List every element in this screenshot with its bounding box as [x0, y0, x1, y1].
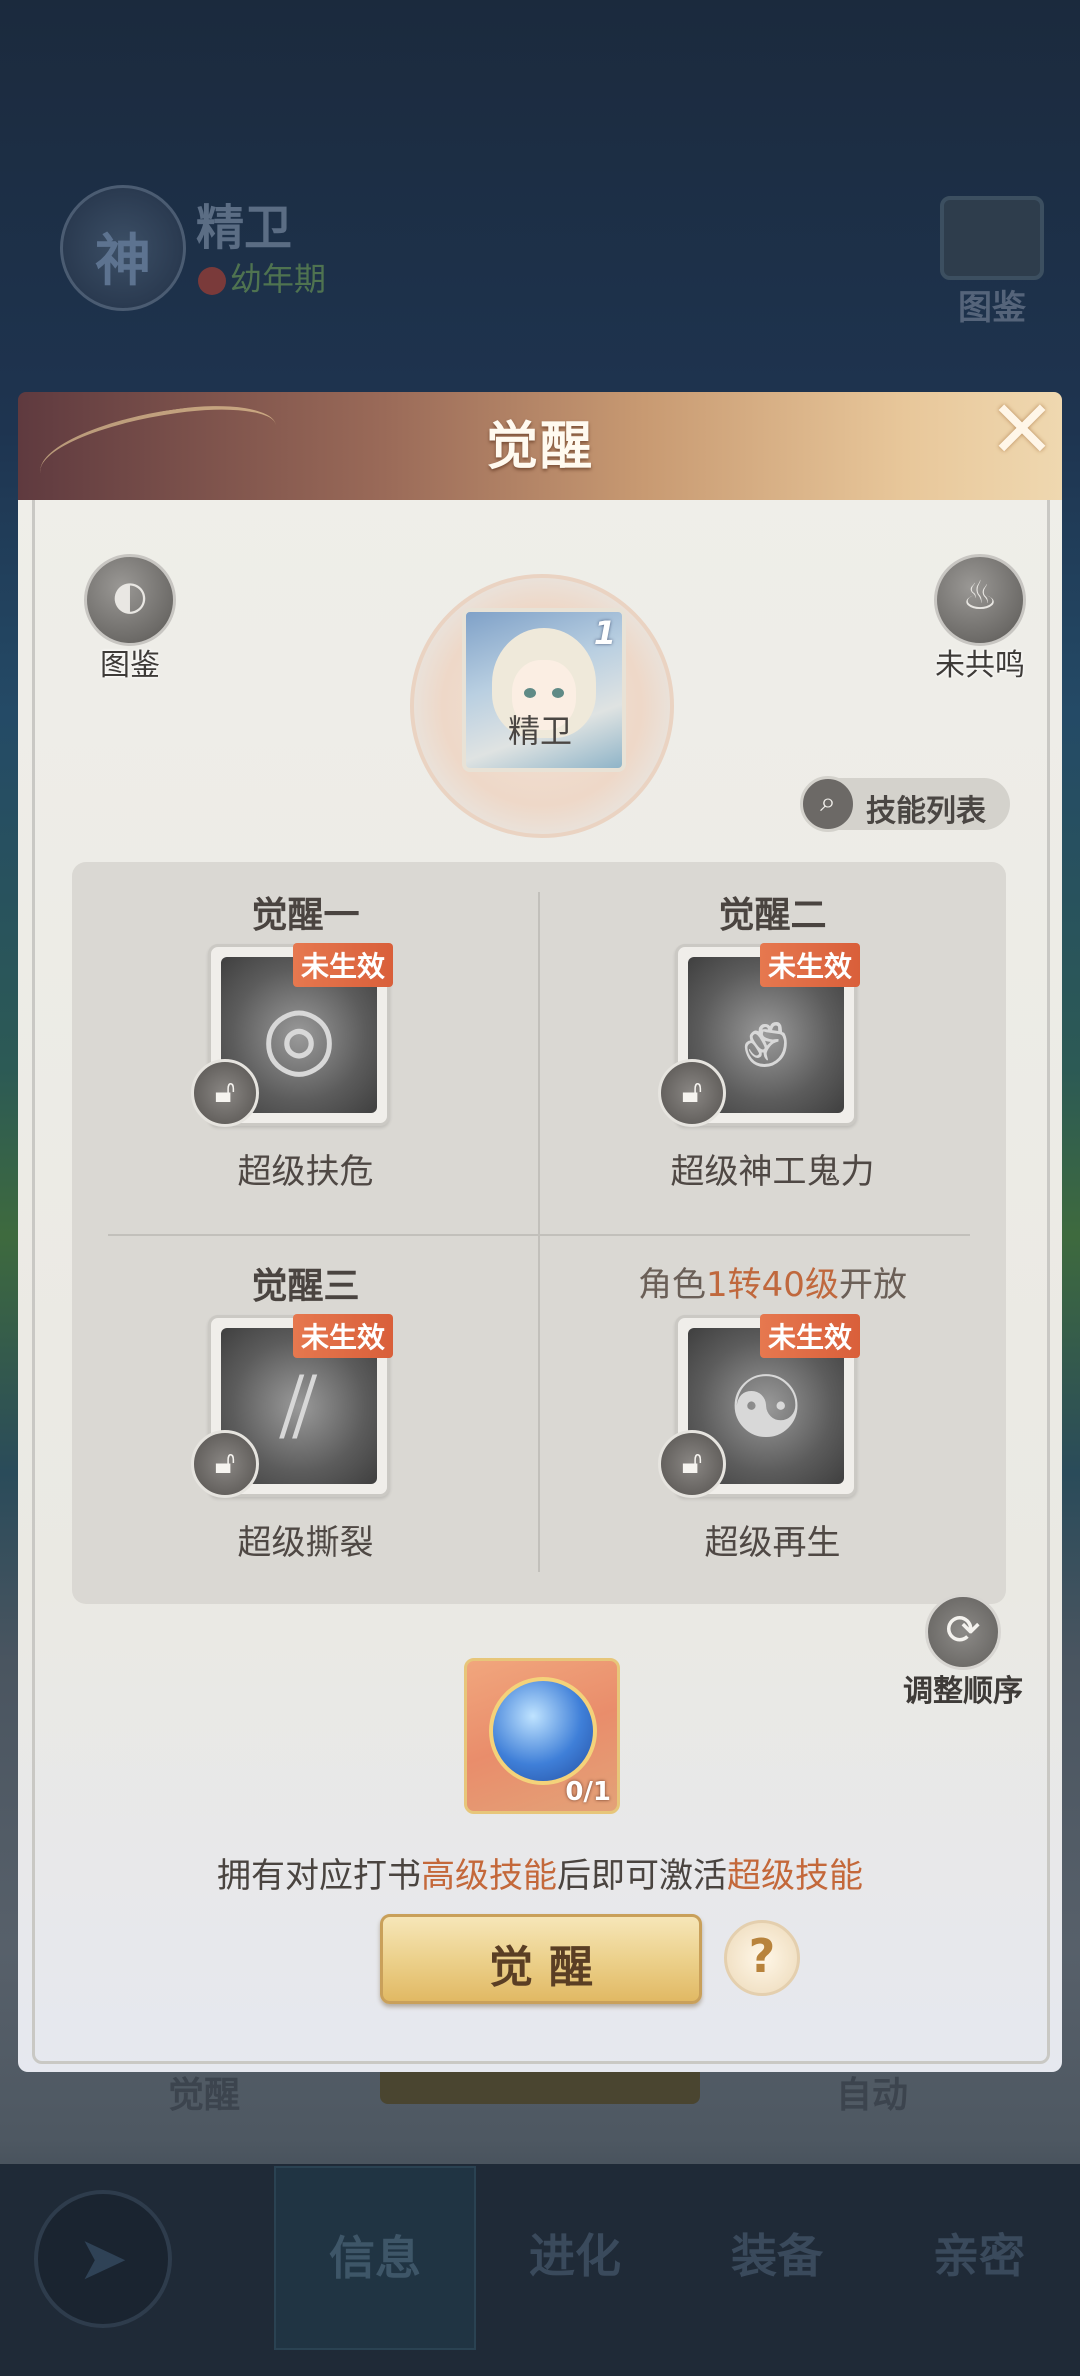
- character-emblem: 神: [60, 185, 186, 311]
- back-button: ➤: [34, 2190, 172, 2328]
- lock-icon: 🔓︎: [191, 1059, 259, 1127]
- dialog-title: 觉醒: [485, 417, 594, 477]
- skill-slot[interactable]: ⫽ 未生效 🔓︎: [191, 1314, 393, 1498]
- back-arrow-icon: ➤: [77, 2224, 129, 2294]
- dialog-body: ◐ 图鉴 ♨ 未共鸣 1 精卫 ⌕ 技能列表 觉醒一 ◎ 未生效 🔓︎ 超级扶危…: [18, 462, 1062, 2072]
- awakening-grid: 觉醒一 ◎ 未生效 🔓︎ 超级扶危 觉醒二 ✊︎ 未生效 🔓︎ 超级神工鬼力 觉…: [72, 862, 1006, 1604]
- awakening-title: 觉醒二: [718, 895, 827, 936]
- status-badge: 未生效: [759, 1314, 860, 1358]
- tab-intimacy: 亲密: [933, 2229, 1025, 2283]
- tab-evolve: 进化: [529, 2229, 621, 2283]
- lock-icon: 🔓︎: [658, 1430, 726, 1498]
- reorder-label: 调整顺序: [903, 1674, 1023, 1709]
- reorder-button[interactable]: ⟳ 调整顺序: [898, 1594, 1028, 1710]
- requirement-text: 角色: [638, 1265, 707, 1305]
- dialog-header: 觉醒 ✕: [18, 383, 1062, 503]
- bg-dex-button: 图鉴: [940, 196, 1044, 328]
- help-button[interactable]: ?: [724, 1920, 800, 1996]
- awakening-title: 觉醒三: [251, 1266, 360, 1307]
- requirement-text: 开放: [838, 1265, 907, 1305]
- hint-text: 拥有对应打书: [217, 1856, 421, 1896]
- tab-info: 信息: [274, 2166, 476, 2350]
- requirement-highlight: 1转40级: [706, 1265, 839, 1305]
- bg-awaken-label: 觉醒: [168, 2075, 241, 2116]
- portrait-eye: [552, 688, 564, 698]
- hint-highlight: 高级技能: [421, 1856, 557, 1896]
- dex-label: 图鉴: [100, 648, 160, 683]
- awakening-title: 觉醒一: [251, 895, 360, 936]
- item-count: 0/1: [565, 1777, 611, 1807]
- skill-name: 超级扶危: [237, 1152, 374, 1192]
- awakening-slot-4: 角色1转40级开放 ☯ 未生效 🔓︎ 超级再生: [539, 1233, 1006, 1604]
- skill-name: 超级再生: [704, 1523, 841, 1563]
- skill-name: 超级撕裂: [237, 1523, 374, 1563]
- awakening-slot-1: 觉醒一 ◎ 未生效 🔓︎ 超级扶危: [72, 862, 539, 1233]
- portrait-eye: [524, 688, 536, 698]
- bg-growth-stage: 幼年期: [198, 254, 326, 300]
- question-icon: ?: [748, 1929, 776, 1983]
- skill-name: 超级神工鬼力: [670, 1152, 875, 1192]
- awaken-dialog: ◐ 图鉴 ♨ 未共鸣 1 精卫 ⌕ 技能列表 觉醒一 ◎ 未生效 🔓︎ 超级扶危…: [18, 383, 1062, 2072]
- awakening-slot-3: 觉醒三 ⫽ 未生效 🔓︎ 超级撕裂: [72, 1233, 539, 1604]
- lock-icon: 🔓︎: [191, 1430, 259, 1498]
- hint-text: 后即可激活: [557, 1856, 727, 1896]
- resonance-label: 未共鸣: [935, 648, 1025, 683]
- dex-button[interactable]: ◐ 图鉴: [70, 554, 190, 684]
- portrait-name: 精卫: [507, 712, 572, 750]
- activation-hint: 拥有对应打书高级技能后即可激活超级技能: [18, 1848, 1062, 1897]
- awaken-button-label: 觉醒: [489, 1942, 609, 1993]
- awakening-slot-2: 觉醒二 ✊︎ 未生效 🔓︎ 超级神工鬼力: [539, 862, 1006, 1233]
- bg-dex-label: 图鉴: [958, 288, 1026, 328]
- skill-slot[interactable]: ✊︎ 未生效 🔓︎: [658, 943, 860, 1127]
- bg-auto-label: 自动: [836, 2075, 909, 2116]
- status-badge: 未生效: [759, 943, 860, 987]
- skill-list-button[interactable]: ⌕ 技能列表: [800, 776, 1010, 832]
- stage-icon: [198, 267, 226, 295]
- book-icon: [940, 196, 1044, 280]
- close-button[interactable]: ✕: [982, 383, 1062, 476]
- bg-character-name: 精卫: [196, 200, 293, 256]
- skill-slot[interactable]: ◎ 未生效 🔓︎: [191, 943, 393, 1127]
- resonance-button[interactable]: ♨ 未共鸣: [920, 554, 1040, 684]
- hint-highlight: 超级技能: [727, 1856, 863, 1896]
- tab-equipment: 装备: [731, 2229, 823, 2283]
- lock-icon: 🔓︎: [658, 1059, 726, 1127]
- blue-orb-icon: [489, 1677, 597, 1785]
- divine-badge: 神: [95, 229, 151, 294]
- bg-growth-stage-text: 幼年期: [230, 260, 327, 298]
- search-icon: ⌕: [800, 776, 856, 832]
- skill-list-label: 技能列表: [866, 794, 986, 829]
- flame-icon: ♨: [934, 554, 1026, 646]
- awaken-item-slot[interactable]: 0/1: [464, 1658, 620, 1814]
- book-icon: ◐: [84, 554, 176, 646]
- close-icon: ✕: [988, 383, 1056, 476]
- awaken-button[interactable]: 觉醒: [380, 1914, 702, 2004]
- unlock-requirement: 角色1转40级开放: [539, 1257, 1006, 1306]
- status-badge: 未生效: [292, 943, 393, 987]
- skill-slot[interactable]: ☯ 未生效 🔓︎: [658, 1314, 860, 1498]
- status-badge: 未生效: [292, 1314, 393, 1358]
- refresh-icon: ⟳: [925, 1594, 1001, 1670]
- portrait-level: 1: [593, 614, 616, 652]
